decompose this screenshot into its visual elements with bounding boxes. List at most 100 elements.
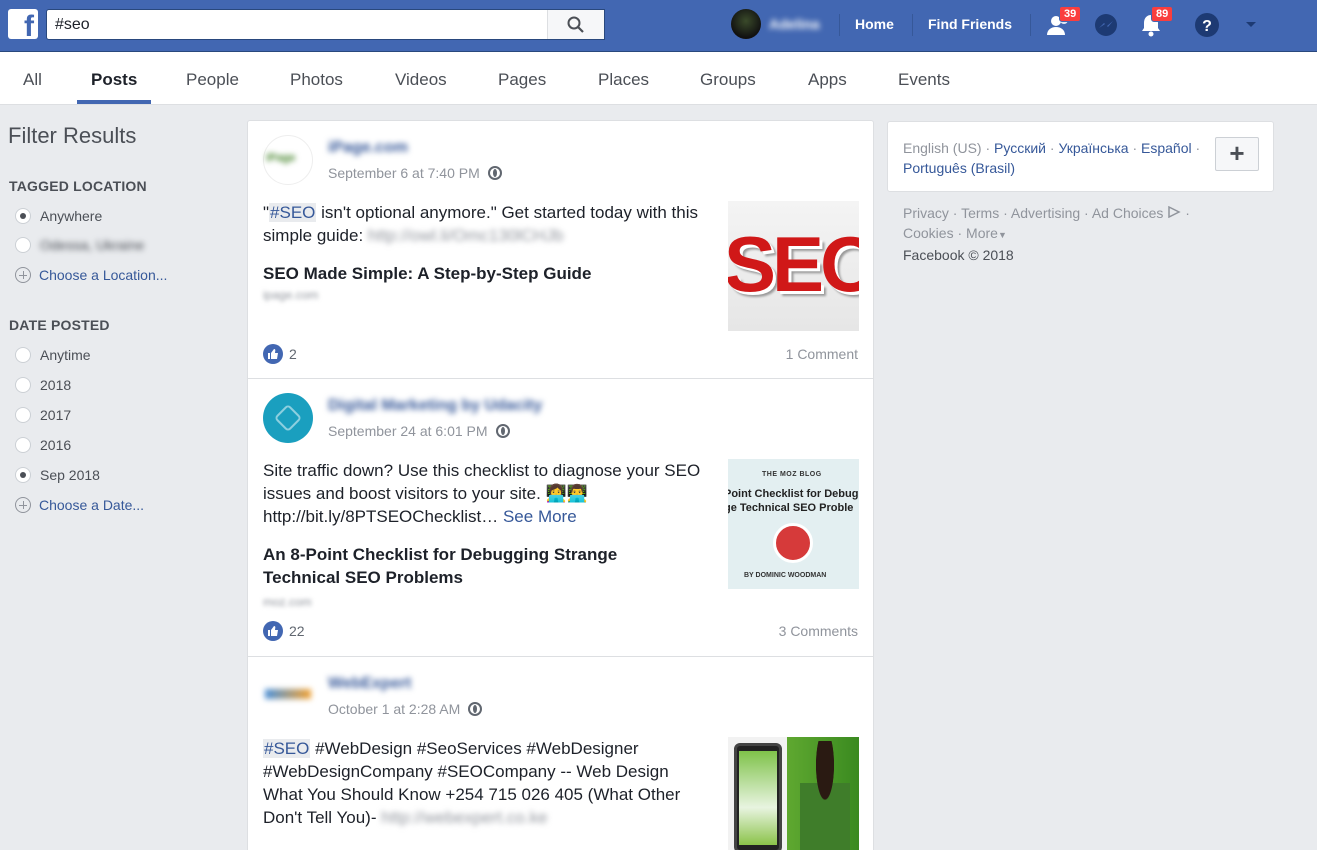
divider bbox=[1030, 14, 1031, 36]
post-author[interactable]: iPage.com bbox=[328, 139, 408, 157]
option-label: Choose a Date... bbox=[39, 497, 145, 513]
tab-people[interactable]: People bbox=[186, 70, 239, 90]
location-option-anywhere[interactable]: Anywhere bbox=[15, 207, 102, 225]
tab-apps[interactable]: Apps bbox=[808, 70, 847, 90]
page-avatar[interactable] bbox=[263, 393, 313, 443]
messenger-button[interactable] bbox=[1092, 11, 1120, 39]
language-link-ukrainian[interactable]: Українська bbox=[1058, 140, 1128, 156]
like-icon bbox=[263, 344, 283, 364]
footer-advertising[interactable]: Advertising bbox=[1011, 205, 1080, 221]
search-box[interactable] bbox=[46, 9, 605, 40]
like-count: 2 bbox=[289, 346, 297, 362]
post-time[interactable]: September 24 at 6:01 PM bbox=[328, 423, 488, 439]
search-tabs: All Posts People Photos Videos Pages Pla… bbox=[0, 52, 1317, 105]
date-option-2016[interactable]: 2016 bbox=[15, 436, 71, 454]
location-option-odessa[interactable]: Odessa, Ukraine bbox=[15, 236, 144, 254]
footer-ad-choices[interactable]: Ad Choices bbox=[1092, 205, 1164, 221]
footer-more[interactable]: More bbox=[966, 225, 998, 241]
notifications-badge: 89 bbox=[1151, 6, 1174, 22]
svg-text:?: ? bbox=[1202, 18, 1212, 35]
search-input[interactable] bbox=[47, 10, 547, 39]
language-link-portuguese[interactable]: Português (Brasil) bbox=[903, 160, 1015, 176]
add-language-button[interactable]: + bbox=[1215, 137, 1259, 171]
footer-terms[interactable]: Terms bbox=[961, 205, 999, 221]
radio[interactable] bbox=[15, 437, 31, 453]
text: Site traffic down? Use this checklist to… bbox=[263, 461, 701, 526]
account-menu-button[interactable] bbox=[1240, 11, 1268, 39]
facebook-logo-icon[interactable]: f bbox=[8, 9, 38, 43]
home-link[interactable]: Home bbox=[855, 16, 894, 32]
help-icon: ? bbox=[1195, 13, 1219, 37]
globe-icon bbox=[495, 424, 510, 438]
link-thumbnail[interactable]: THE MOZ BLOG Point Checklist for Debug g… bbox=[728, 459, 859, 589]
footer-privacy[interactable]: Privacy bbox=[903, 205, 949, 221]
date-option-sep-2018[interactable]: Sep 2018 bbox=[15, 466, 100, 484]
footer-links: Privacy · Terms · Advertising · Ad Choic… bbox=[903, 205, 1190, 263]
radio[interactable] bbox=[15, 377, 31, 393]
radio[interactable] bbox=[15, 407, 31, 423]
comments-count[interactable]: 1 Comment bbox=[786, 346, 858, 362]
profile-link[interactable]: Adelina bbox=[731, 9, 820, 39]
option-label: Anywhere bbox=[40, 208, 103, 224]
caret-down-icon: ▼ bbox=[997, 230, 1007, 240]
reactions[interactable]: 22 bbox=[263, 621, 305, 641]
tab-photos[interactable]: Photos bbox=[290, 70, 343, 90]
choose-date-link[interactable]: Choose a Date... bbox=[15, 496, 144, 514]
post: WebExpert October 1 at 2:28 AM #SEO #Web… bbox=[248, 657, 873, 850]
comments-count[interactable]: 3 Comments bbox=[779, 623, 858, 639]
radio[interactable] bbox=[15, 237, 31, 253]
footer-cookies[interactable]: Cookies bbox=[903, 225, 954, 241]
reactions[interactable]: 2 bbox=[263, 344, 297, 364]
post-link[interactable]: http://webexpert.co.ke bbox=[381, 808, 547, 827]
tab-places[interactable]: Places bbox=[598, 70, 649, 90]
link-title[interactable]: An 8-Point Checklist for Debugging Stran… bbox=[263, 543, 683, 589]
top-bar: f Adelina Home Find Friends 39 89 ? bbox=[0, 0, 1317, 52]
hashtag-link[interactable]: #SEO bbox=[269, 203, 317, 222]
radio[interactable] bbox=[15, 347, 31, 363]
post-time[interactable]: October 1 at 2:28 AM bbox=[328, 701, 460, 717]
user-name: Adelina bbox=[769, 16, 820, 32]
thumbnail-text: SEO bbox=[728, 220, 859, 308]
page-avatar[interactable] bbox=[263, 671, 313, 721]
find-friends-link[interactable]: Find Friends bbox=[928, 16, 1012, 32]
page-avatar[interactable]: iPage bbox=[263, 135, 313, 185]
language-link-spanish[interactable]: Español bbox=[1141, 140, 1192, 156]
help-button[interactable]: ? bbox=[1193, 11, 1221, 39]
link-thumbnail[interactable] bbox=[728, 737, 859, 850]
radio-selected[interactable] bbox=[15, 208, 31, 224]
option-label: Choose a Location... bbox=[39, 267, 168, 283]
post-author[interactable]: WebExpert bbox=[328, 675, 411, 693]
link-thumbnail[interactable]: SEO bbox=[728, 201, 859, 331]
link-domain: ipage.com bbox=[263, 288, 319, 302]
option-label: Odessa, Ukraine bbox=[40, 237, 145, 253]
hashtag-link[interactable]: #SEO bbox=[263, 739, 311, 758]
radio-selected[interactable] bbox=[15, 467, 31, 483]
author-photo bbox=[773, 523, 813, 563]
post-author[interactable]: Digital Marketing by Udacity bbox=[328, 397, 542, 415]
friend-requests-button[interactable]: 39 bbox=[1045, 6, 1082, 39]
date-option-2018[interactable]: 2018 bbox=[15, 376, 71, 394]
avatar bbox=[731, 9, 761, 39]
filter-title: Filter Results bbox=[8, 123, 137, 148]
date-option-2017[interactable]: 2017 bbox=[15, 406, 71, 424]
post-time[interactable]: September 6 at 7:40 PM bbox=[328, 165, 480, 181]
see-more-link[interactable]: See More bbox=[503, 507, 577, 526]
choose-location-link[interactable]: Choose a Location... bbox=[15, 266, 167, 284]
post-meta: September 6 at 7:40 PM bbox=[328, 165, 502, 181]
post-meta: September 24 at 6:01 PM bbox=[328, 423, 510, 439]
tab-groups[interactable]: Groups bbox=[700, 70, 756, 90]
tab-all[interactable]: All bbox=[23, 70, 42, 90]
globe-icon bbox=[487, 166, 502, 180]
person-photo bbox=[800, 741, 850, 850]
ad-choices-icon bbox=[1168, 205, 1182, 219]
tab-videos[interactable]: Videos bbox=[395, 70, 447, 90]
post-link[interactable]: http://owl.li/Omc130lCHJb bbox=[368, 226, 564, 245]
language-link-russian[interactable]: Русский bbox=[994, 140, 1046, 156]
notifications-button[interactable]: 89 bbox=[1137, 6, 1174, 39]
search-button[interactable] bbox=[547, 10, 604, 39]
tab-events[interactable]: Events bbox=[898, 70, 950, 90]
tab-posts[interactable]: Posts bbox=[91, 70, 137, 90]
date-option-anytime[interactable]: Anytime bbox=[15, 346, 91, 364]
tab-pages[interactable]: Pages bbox=[498, 70, 546, 90]
link-title[interactable]: SEO Made Simple: A Step-by-Step Guide bbox=[263, 262, 683, 285]
